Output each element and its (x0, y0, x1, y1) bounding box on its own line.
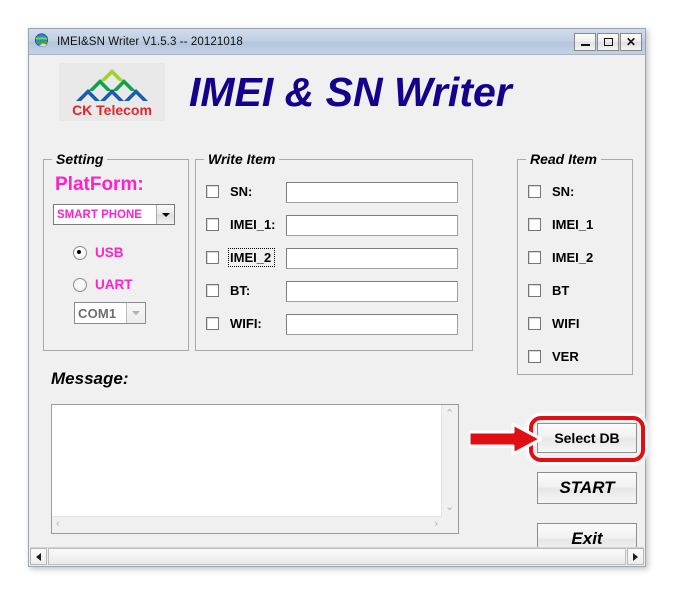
scrollbar-corner (442, 517, 458, 533)
select-db-button-label: Select DB (554, 430, 620, 446)
start-button[interactable]: START (537, 472, 637, 504)
exit-button-label: Exit (571, 529, 603, 548)
write-checkbox-sn[interactable] (206, 185, 219, 198)
chevron-down-icon[interactable] (156, 205, 174, 224)
message-textarea[interactable] (52, 405, 442, 517)
write-row-imei1[interactable]: IMEI_1: (206, 217, 288, 232)
read-label-wifi: WIFI (552, 316, 580, 331)
annotation-arrow-icon (469, 422, 543, 456)
minimize-button[interactable] (574, 32, 596, 51)
triangle-right-icon (633, 552, 638, 561)
read-checkbox-wifi[interactable] (528, 317, 541, 330)
maximize-button[interactable] (597, 32, 619, 51)
globe-icon (34, 33, 51, 50)
radio-usb-indicator (73, 245, 87, 260)
platform-label: PlatForm: (55, 174, 144, 195)
write-input-imei1[interactable] (286, 215, 458, 236)
write-label-imei1: IMEI_1: (230, 217, 276, 232)
chevron-right-icon[interactable]: › (434, 519, 438, 530)
read-label-imei1: IMEI_1 (552, 217, 594, 232)
write-row-bt[interactable]: BT: (206, 283, 288, 298)
header-banner: CK Telecom IMEI & SN Writer (29, 55, 645, 131)
chevron-up-icon[interactable]: ⌃ (445, 409, 454, 420)
write-label-sn: SN: (230, 184, 253, 199)
read-checkbox-bt[interactable] (528, 284, 541, 297)
chevron-down-icon (126, 303, 145, 323)
platform-select[interactable]: SMART PHONE (53, 204, 175, 225)
write-checkbox-wifi[interactable] (206, 317, 219, 330)
write-row-imei2[interactable]: IMEI_2 (206, 248, 276, 267)
start-button-label: START (559, 478, 615, 497)
platform-select-value: SMART PHONE (57, 208, 142, 221)
write-row-sn[interactable]: SN: (206, 184, 288, 199)
logo-text: CK Telecom (72, 102, 152, 118)
read-label-sn: SN: (552, 184, 575, 199)
read-row-ver[interactable]: VER (528, 349, 579, 364)
application-window: IMEI&SN Writer V1.5.3 -- 20121018 ✕ CK T… (28, 28, 646, 567)
write-input-bt[interactable] (286, 281, 458, 302)
title-bar: IMEI&SN Writer V1.5.3 -- 20121018 ✕ (29, 29, 645, 55)
window-horizontal-scrollbar[interactable] (30, 547, 644, 565)
scrollbar-thumb[interactable] (48, 548, 626, 565)
read-checkbox-imei2[interactable] (528, 251, 541, 264)
write-item-group-title: Write Item (204, 151, 280, 167)
read-label-imei2: IMEI_2 (552, 250, 594, 265)
triangle-left-icon (36, 552, 41, 561)
write-item-group: Write Item SN: IMEI_1: IMEI_2 BT: WIFI: (195, 151, 473, 351)
read-item-group: Read Item SN: IMEI_1 IMEI_2 BT WIFI VER (517, 151, 633, 375)
write-checkbox-imei1[interactable] (206, 218, 219, 231)
message-horizontal-scrollbar[interactable]: ‹ › (52, 516, 442, 533)
read-checkbox-imei1[interactable] (528, 218, 541, 231)
write-input-imei2[interactable] (286, 248, 458, 269)
logo-chevrons-icon (76, 69, 148, 101)
read-row-sn[interactable]: SN: (528, 184, 574, 199)
read-row-wifi[interactable]: WIFI (528, 316, 579, 331)
chevron-down-icon[interactable]: ⌄ (445, 502, 454, 513)
com-port-select[interactable]: COM1 (74, 302, 146, 324)
message-label: Message: (51, 369, 129, 388)
close-button[interactable]: ✕ (620, 32, 642, 51)
write-label-bt: BT: (230, 283, 251, 298)
write-checkbox-bt[interactable] (206, 284, 219, 297)
read-checkbox-sn[interactable] (528, 185, 541, 198)
setting-group: Setting PlatForm: SMART PHONE USB UART C… (43, 151, 189, 351)
write-input-wifi[interactable] (286, 314, 458, 335)
chevron-left-icon[interactable]: ‹ (56, 519, 60, 530)
read-row-imei2[interactable]: IMEI_2 (528, 250, 593, 265)
read-row-bt[interactable]: BT (528, 283, 569, 298)
read-label-ver: VER (552, 349, 579, 364)
com-port-value: COM1 (78, 305, 117, 321)
window-title: IMEI&SN Writer V1.5.3 -- 20121018 (57, 35, 243, 48)
scroll-right-button[interactable] (627, 548, 644, 565)
ck-telecom-logo: CK Telecom (59, 63, 165, 121)
radio-usb[interactable]: USB (73, 245, 124, 260)
write-checkbox-imei2[interactable] (206, 251, 219, 264)
read-label-bt: BT (552, 283, 570, 298)
close-icon: ✕ (625, 34, 637, 49)
radio-uart-label: UART (95, 277, 133, 292)
message-box: ⌃ ⌄ ‹ › (51, 404, 459, 534)
write-input-sn[interactable] (286, 182, 458, 203)
app-title: IMEI & SN Writer (189, 69, 512, 115)
message-vertical-scrollbar[interactable]: ⌃ ⌄ (441, 405, 458, 517)
write-row-wifi[interactable]: WIFI: (206, 316, 288, 331)
read-checkbox-ver[interactable] (528, 350, 541, 363)
scroll-left-button[interactable] (30, 548, 47, 565)
read-item-group-title: Read Item (526, 151, 601, 167)
select-db-button[interactable]: Select DB (537, 423, 637, 453)
radio-uart-indicator (73, 277, 87, 292)
setting-group-title: Setting (52, 151, 108, 167)
write-label-imei2: IMEI_2 (227, 248, 276, 267)
radio-uart[interactable]: UART (73, 277, 133, 292)
write-label-wifi: WIFI: (230, 316, 262, 331)
radio-usb-label: USB (95, 245, 124, 260)
read-row-imei1[interactable]: IMEI_1 (528, 217, 593, 232)
